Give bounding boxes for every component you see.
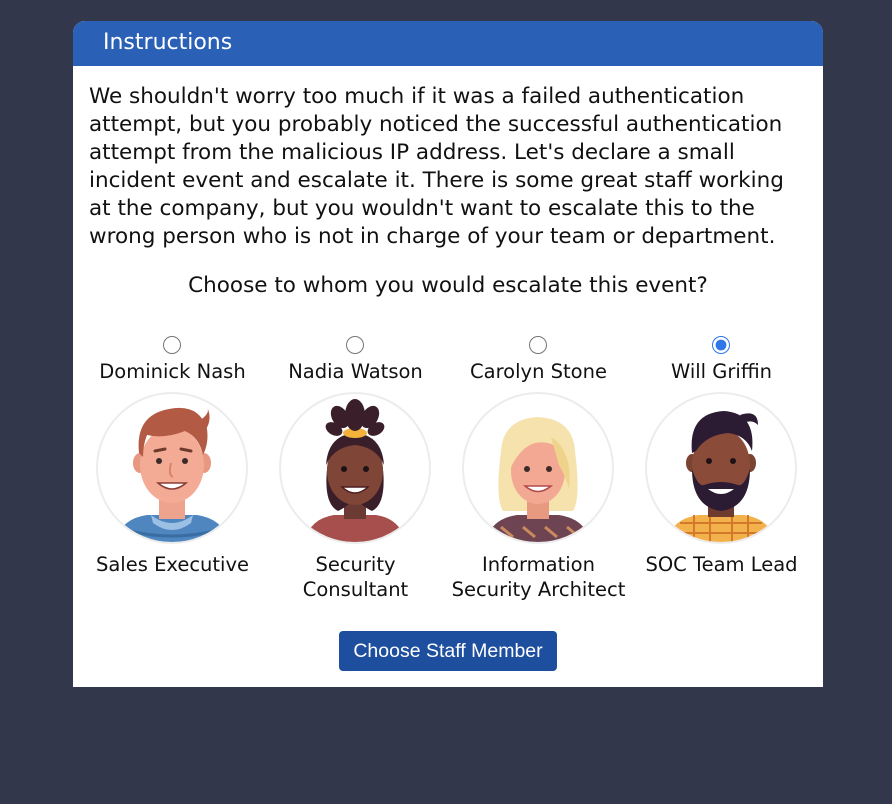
- card-header: Instructions: [73, 21, 823, 66]
- staff-name: Will Griffin: [670, 360, 773, 383]
- staff-role: Information Security Architect: [451, 553, 626, 601]
- man-beard-avatar: [645, 392, 797, 544]
- radio-dominick-nash[interactable]: [163, 336, 181, 354]
- staff-role: Security Consultant: [302, 553, 409, 601]
- man-brown-hair-blue-shirt-avatar: [96, 392, 248, 544]
- instructions-card: Instructions We shouldn't worry too much…: [73, 21, 823, 687]
- staff-role: Sales Executive: [95, 553, 250, 576]
- choose-staff-member-button[interactable]: Choose Staff Member: [339, 631, 557, 671]
- woman-blonde-hair-avatar: [462, 392, 614, 544]
- staff-name: Carolyn Stone: [470, 360, 607, 383]
- staff-name: Dominick Nash: [99, 360, 246, 383]
- radio-will-griffin[interactable]: [712, 336, 730, 354]
- radio-carolyn-stone[interactable]: [529, 336, 547, 354]
- question-text: Choose to whom you would escalate this e…: [188, 273, 708, 298]
- instructions-text: We shouldn't worry too much if it was a …: [89, 84, 784, 249]
- staff-role: SOC Team Lead: [645, 553, 798, 576]
- card-title: Instructions: [103, 30, 233, 55]
- woman-hair-bun-avatar: [279, 392, 431, 544]
- radio-nadia-watson[interactable]: [346, 336, 364, 354]
- staff-name: Nadia Watson: [288, 360, 423, 383]
